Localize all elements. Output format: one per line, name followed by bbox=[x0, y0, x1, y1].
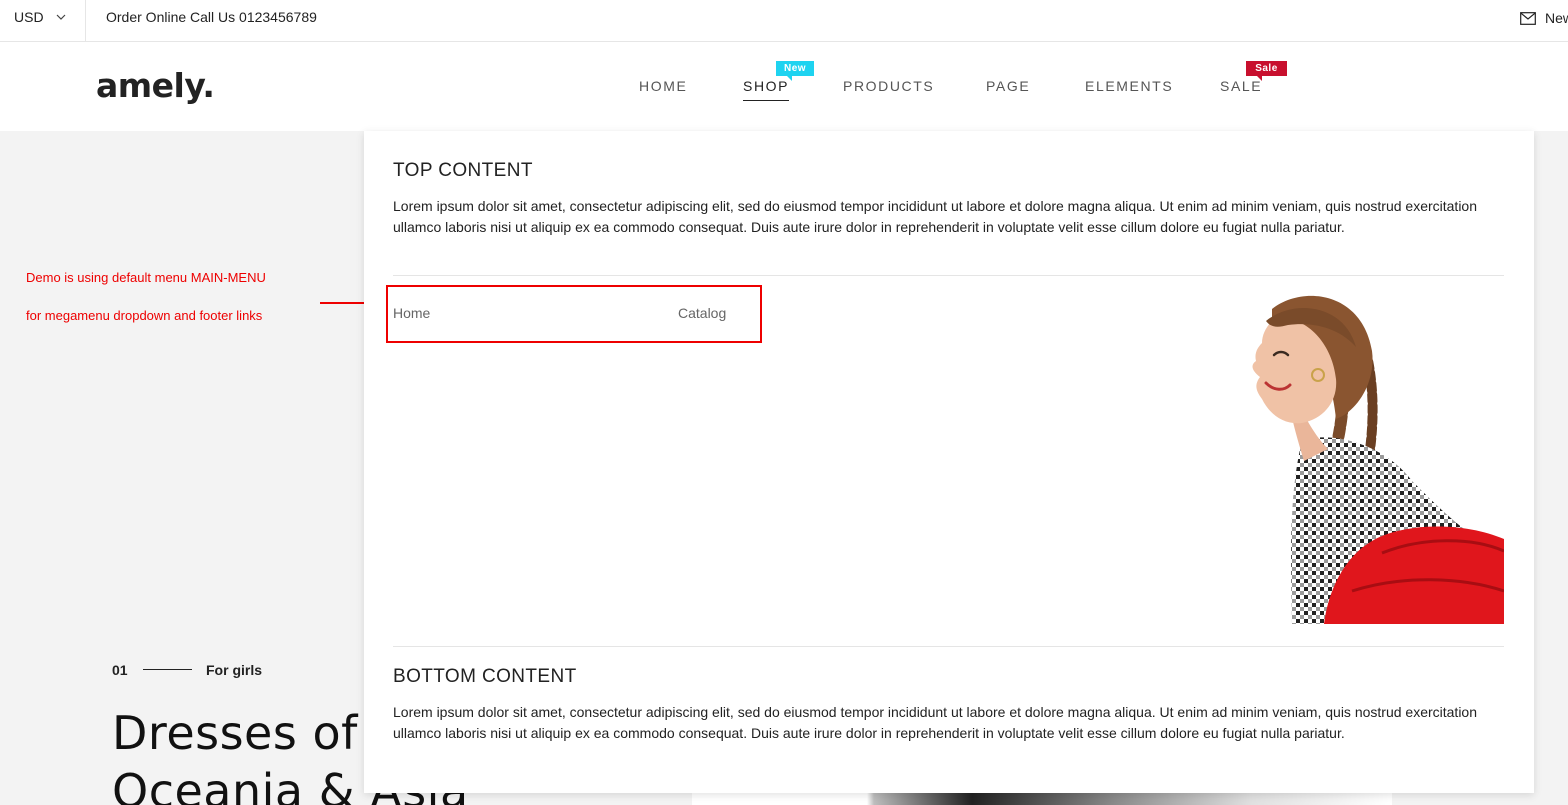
slide-category: For girls bbox=[206, 662, 263, 678]
menu-link-home[interactable]: Home bbox=[393, 305, 430, 321]
top-content-title: TOP CONTENT bbox=[393, 160, 533, 181]
megamenu-dropdown: TOP CONTENT Lorem ipsum dolor sit amet, … bbox=[364, 131, 1534, 793]
mail-icon bbox=[1520, 12, 1536, 25]
hero-image bbox=[692, 792, 1392, 805]
nav-home[interactable]: HOME bbox=[639, 78, 687, 94]
new-badge: New bbox=[776, 61, 814, 81]
annotation-line-2: for megamenu dropdown and footer links bbox=[26, 308, 263, 323]
bottom-content-text: Lorem ipsum dolor sit amet, consectetur … bbox=[393, 704, 1477, 741]
girl-illustration bbox=[1252, 295, 1504, 624]
chevron-down-icon bbox=[56, 14, 66, 20]
divider bbox=[393, 646, 1504, 647]
currency-selector[interactable]: USD bbox=[0, 0, 86, 42]
nav-sale[interactable]: SALE bbox=[1220, 78, 1262, 94]
bottom-content-title: BOTTOM CONTENT bbox=[393, 666, 577, 687]
nav-page[interactable]: PAGE bbox=[986, 78, 1030, 94]
top-bar: USD Order Online Call Us 0123456789 News… bbox=[0, 0, 1568, 42]
nav-elements[interactable]: ELEMENTS bbox=[1085, 78, 1173, 94]
menu-link-catalog[interactable]: Catalog bbox=[678, 305, 726, 321]
order-online-text: Order Online Call Us 0123456789 bbox=[106, 9, 317, 25]
slide-number: 01 bbox=[112, 662, 128, 678]
site-logo[interactable]: amely. bbox=[96, 66, 215, 105]
main-header: amely. HOME SHOP New PRODUCTS PAGE ELEME… bbox=[0, 42, 1568, 131]
currency-label: USD bbox=[14, 9, 44, 25]
top-content-text: Lorem ipsum dolor sit amet, consectetur … bbox=[393, 198, 1477, 235]
promo-image bbox=[1232, 291, 1504, 624]
divider bbox=[393, 275, 1504, 276]
sale-badge: Sale bbox=[1246, 61, 1287, 81]
annotation-line-1: Demo is using default menu MAIN-MENU bbox=[26, 270, 266, 285]
nav-shop[interactable]: SHOP bbox=[743, 78, 790, 101]
slide-divider bbox=[143, 669, 192, 670]
nav-products[interactable]: PRODUCTS bbox=[843, 78, 934, 94]
newsletter-link[interactable]: Newsletter bbox=[1520, 10, 1568, 30]
newsletter-label: Newsletter bbox=[1545, 10, 1568, 26]
